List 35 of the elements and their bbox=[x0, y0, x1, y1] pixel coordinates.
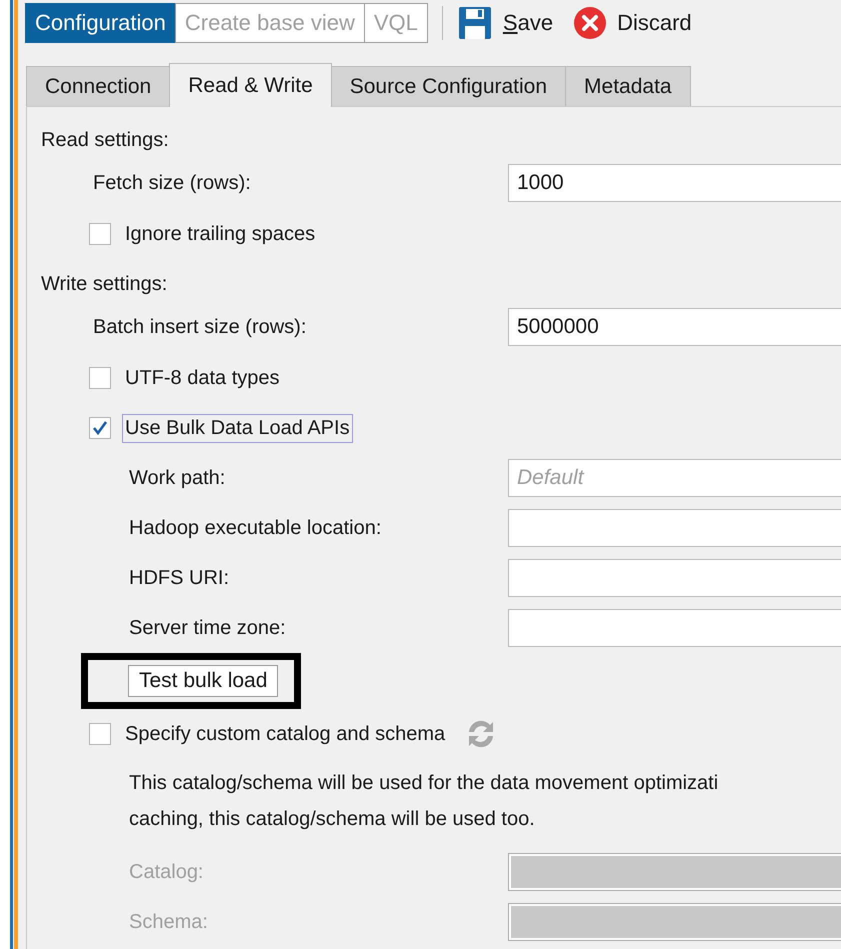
input-field[interactable]: 1000 bbox=[508, 164, 841, 202]
input-field[interactable] bbox=[508, 559, 841, 597]
section-title: Write settings: bbox=[40, 272, 168, 296]
field-label: Batch insert size (rows): bbox=[92, 316, 308, 338]
tab[interactable]: Source Configuration bbox=[330, 66, 566, 106]
checkbox[interactable] bbox=[89, 223, 111, 245]
field-label: Hadoop executable location: bbox=[128, 516, 382, 540]
input-field[interactable] bbox=[508, 509, 841, 547]
checkbox[interactable] bbox=[89, 367, 111, 389]
checkbox[interactable] bbox=[89, 723, 111, 745]
checkbox-label[interactable]: Ignore trailing spaces bbox=[122, 220, 318, 248]
tab[interactable]: Metadata bbox=[565, 66, 691, 106]
field-label: Catalog: bbox=[128, 860, 204, 884]
discard-button[interactable]: Discard bbox=[617, 10, 692, 36]
description-text: This catalog/schema will be used for the data movement optimizati caching, this catalog/schema will be used too. bbox=[128, 771, 720, 832]
field-label: Work path: bbox=[128, 466, 226, 490]
field-label: HDFS URI: bbox=[128, 566, 230, 590]
checkbox-label[interactable]: UTF-8 data types bbox=[122, 364, 283, 392]
close-icon[interactable] bbox=[573, 6, 608, 40]
save-icon[interactable] bbox=[456, 5, 493, 41]
checkbox[interactable] bbox=[89, 417, 111, 439]
mode-tab[interactable]: Configuration bbox=[25, 3, 176, 43]
field-label: Fetch size (rows): bbox=[92, 172, 252, 194]
field-label: Schema: bbox=[128, 910, 209, 934]
tab[interactable]: Connection bbox=[26, 66, 170, 106]
input-field[interactable]: Default bbox=[508, 459, 841, 497]
tab[interactable]: Read & Write bbox=[169, 63, 332, 107]
test-button[interactable]: Test bulk load bbox=[128, 665, 278, 697]
field-label: Server time zone: bbox=[128, 616, 287, 640]
save-button[interactable]: Save bbox=[502, 10, 554, 36]
input-field[interactable] bbox=[508, 609, 841, 647]
section-title: Read settings: bbox=[40, 128, 170, 152]
checkbox-label[interactable]: Use Bulk Data Load APIs bbox=[122, 414, 353, 442]
input-field[interactable]: 5000000 bbox=[508, 308, 841, 346]
checkbox-label[interactable]: Specify custom catalog and schema bbox=[122, 720, 448, 748]
